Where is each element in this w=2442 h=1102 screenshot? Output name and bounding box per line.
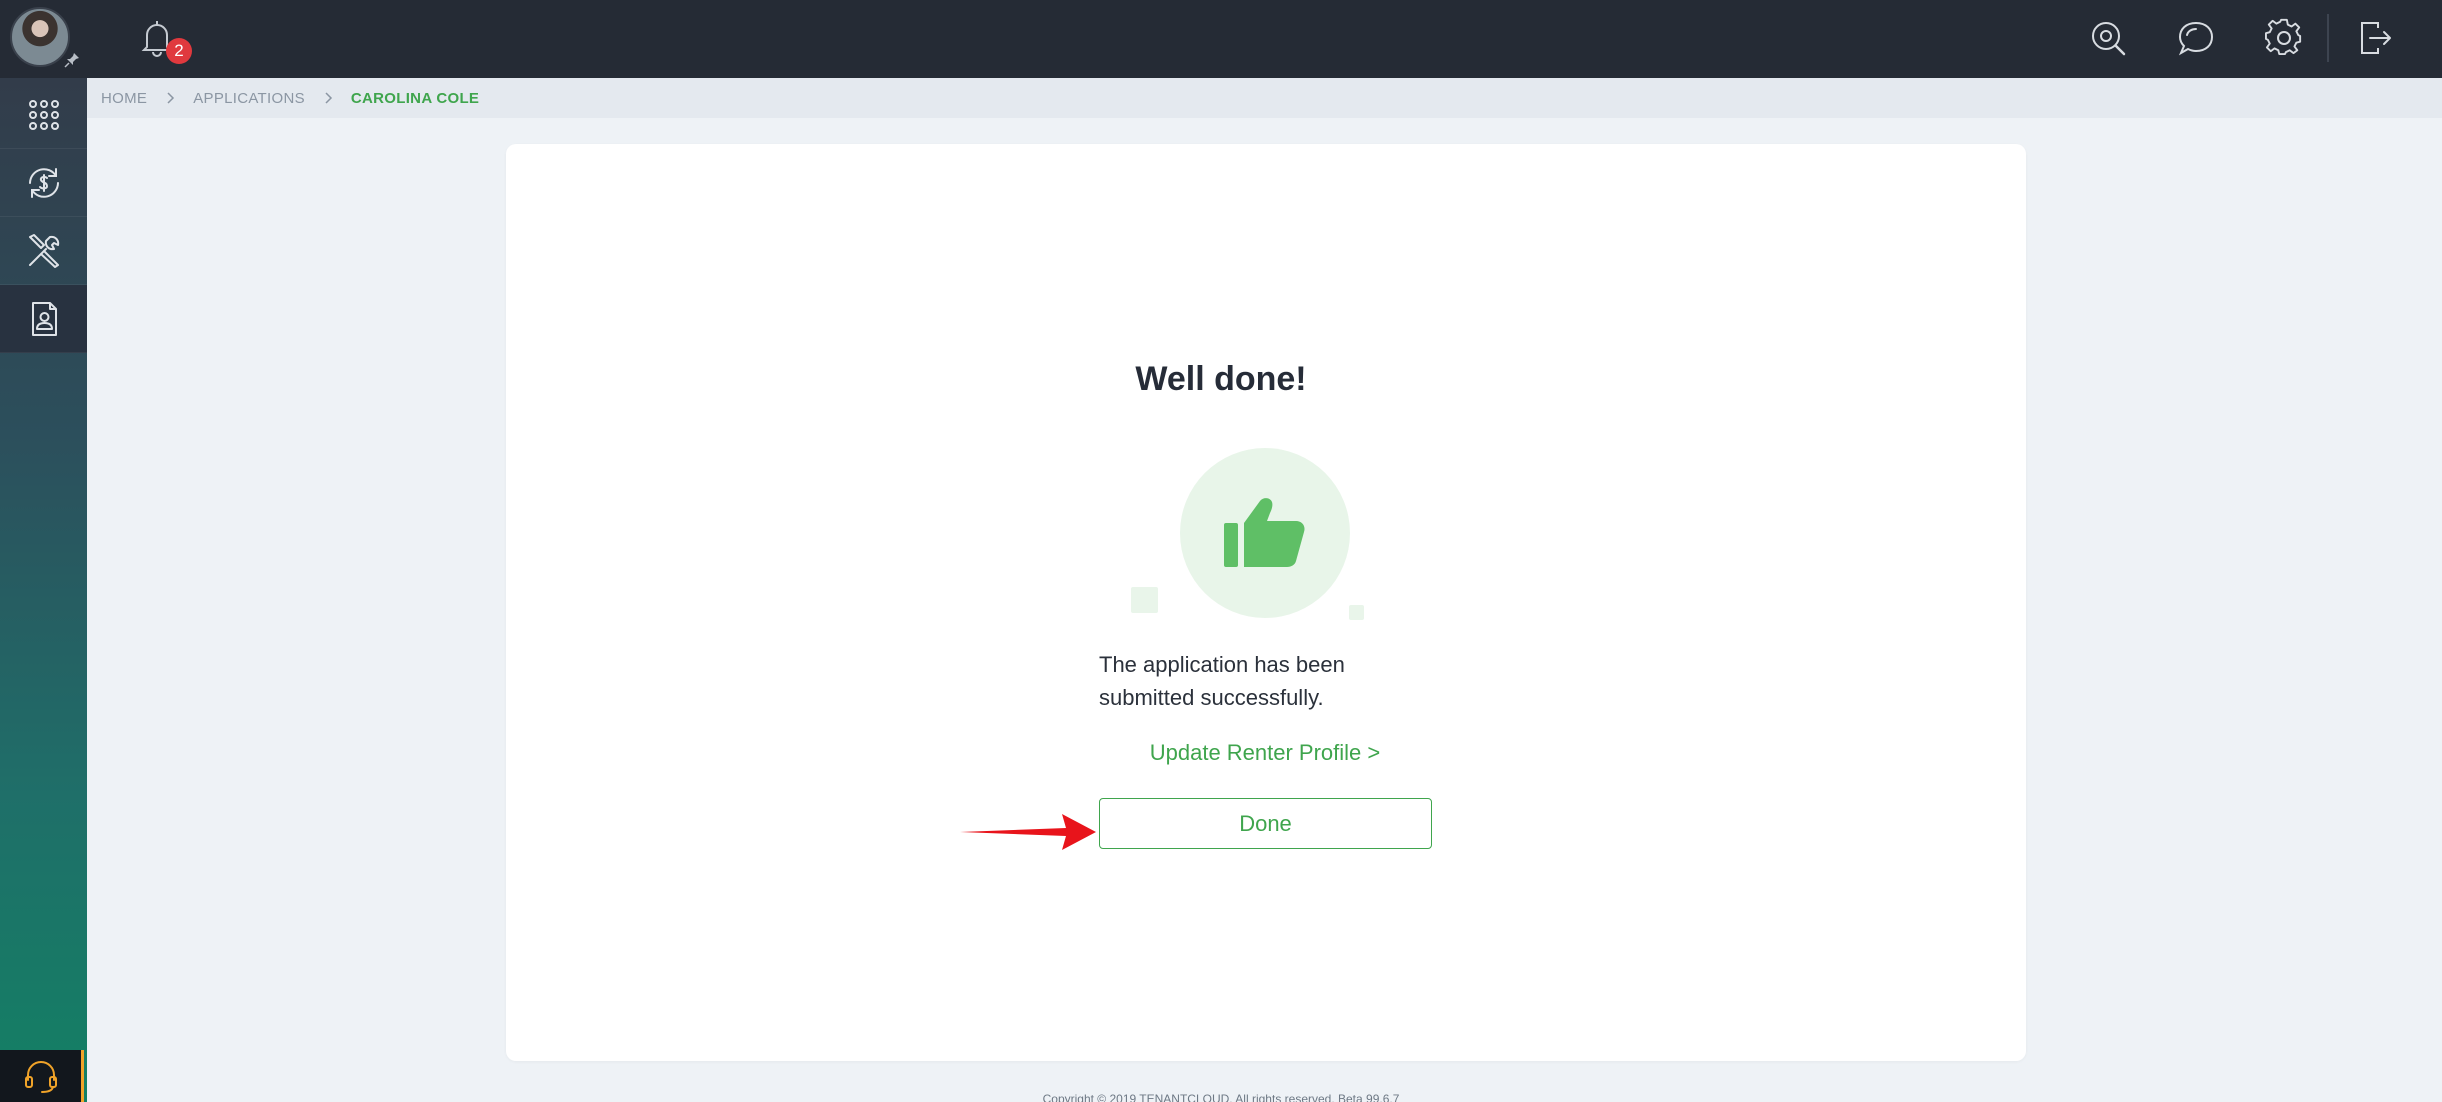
page-title: Well done! bbox=[1135, 360, 1307, 398]
tools-icon bbox=[28, 233, 59, 268]
chevron-right-icon bbox=[167, 92, 175, 104]
sidebar-item-applications[interactable] bbox=[0, 285, 87, 353]
red-arrow-annotation bbox=[960, 814, 1096, 850]
breadcrumb-applications[interactable]: APPLICATIONS bbox=[193, 90, 305, 107]
gear-icon[interactable] bbox=[2264, 18, 2304, 58]
sidebar-item-maintenance[interactable] bbox=[0, 217, 87, 285]
chat-icon[interactable] bbox=[2176, 18, 2216, 58]
update-renter-profile-link[interactable]: Update Renter Profile > bbox=[1100, 740, 1430, 766]
breadcrumb-current: CAROLINA COLE bbox=[350, 89, 480, 107]
success-message: The application has been submitted succe… bbox=[1099, 652, 1345, 710]
pin-icon[interactable] bbox=[64, 52, 80, 68]
chevron-right-icon bbox=[325, 92, 332, 104]
money-cycle-icon bbox=[28, 167, 59, 198]
footer-copyright: Copyright © 2019 TENANTCLOUD. All rights… bbox=[1042, 1092, 1400, 1102]
sidebar bbox=[0, 78, 87, 1102]
breadcrumb-home[interactable]: HOME bbox=[101, 90, 147, 107]
done-button[interactable]: Done bbox=[1099, 798, 1432, 849]
notification-badge: 2 bbox=[166, 38, 192, 64]
top-bar: 2 bbox=[0, 0, 2442, 78]
decor-square bbox=[1131, 587, 1158, 613]
search-icon[interactable] bbox=[2088, 18, 2128, 58]
avatar[interactable] bbox=[10, 7, 70, 67]
top-divider bbox=[2327, 14, 2329, 62]
logout-icon[interactable] bbox=[2354, 18, 2394, 58]
headset-icon bbox=[24, 1061, 57, 1093]
sidebar-item-apps[interactable] bbox=[0, 81, 87, 149]
breadcrumb: HOME APPLICATIONS CAROLINA COLE bbox=[87, 78, 2442, 118]
apps-grid-icon bbox=[28, 99, 59, 130]
decor-square bbox=[1349, 605, 1364, 620]
thumbs-up-icon bbox=[1224, 498, 1305, 567]
profile-document-icon bbox=[31, 301, 57, 336]
sidebar-item-payments[interactable] bbox=[0, 149, 87, 217]
success-illustration bbox=[1180, 448, 1350, 618]
